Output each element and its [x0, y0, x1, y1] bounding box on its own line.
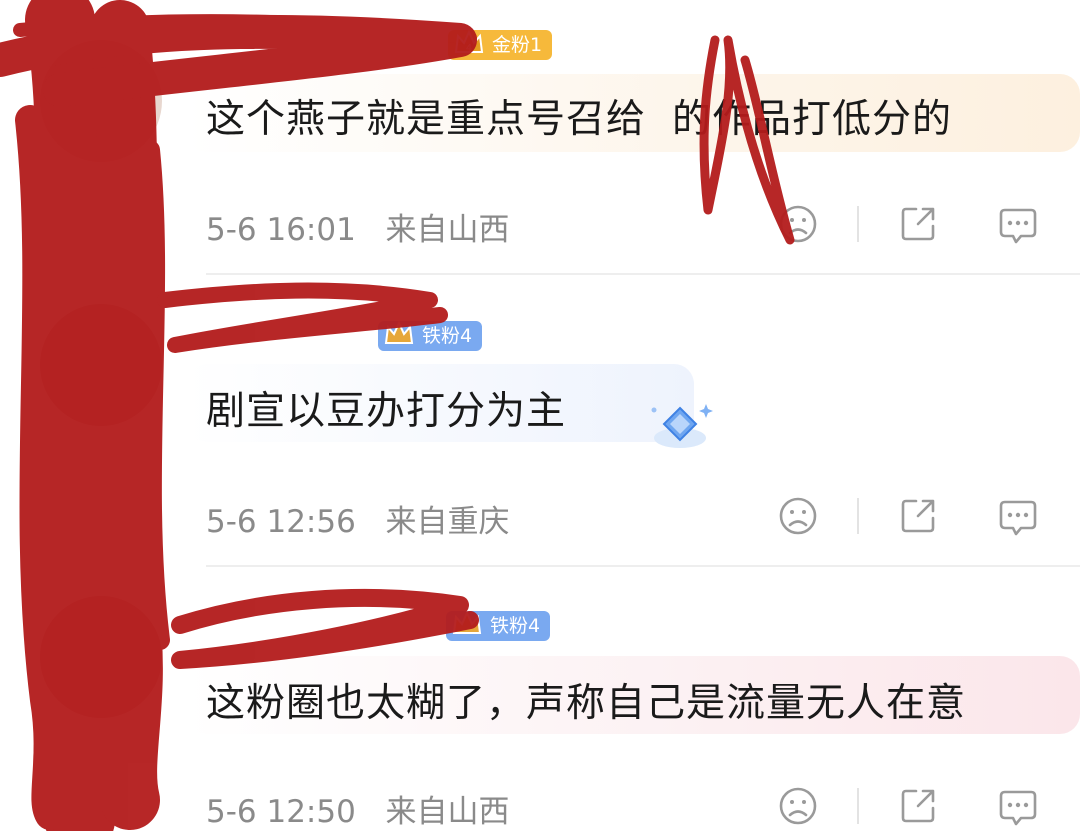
action-separator — [857, 206, 859, 242]
action-separator — [857, 498, 859, 534]
crown-icon — [384, 320, 414, 344]
crown-icon: 4 — [454, 29, 484, 54]
avatar[interactable] — [40, 304, 162, 426]
badge-label: 铁粉4 — [422, 325, 473, 347]
fan-badge: 铁粉4 — [446, 610, 551, 641]
action-separator — [857, 788, 859, 824]
comment-meta: 5-6 12:56 来自重庆 — [206, 496, 510, 541]
dislike-face-icon[interactable] — [776, 494, 820, 538]
comment-divider — [206, 565, 1080, 567]
avatar[interactable] — [40, 40, 162, 162]
comment-icon[interactable] — [996, 786, 1040, 830]
comment-icon[interactable] — [996, 204, 1040, 248]
comment-date: 5-6 12:50 — [206, 794, 356, 830]
svg-text:4: 4 — [466, 43, 472, 54]
comment-location: 来自山西 — [385, 212, 510, 248]
comment-text: 剧宣以豆办打分为主 — [206, 389, 567, 434]
share-icon[interactable] — [896, 494, 940, 538]
comment-icon[interactable] — [996, 496, 1040, 540]
comment-date: 5-6 16:01 — [206, 212, 356, 248]
comment-date: 5-6 12:56 — [206, 504, 356, 540]
share-icon[interactable] — [896, 784, 940, 828]
fan-badge: 4 金粉1 — [448, 29, 553, 60]
fan-badge: 铁粉4 — [378, 320, 483, 351]
badge-label: 铁粉4 — [490, 615, 541, 637]
comment-location: 来自山西 — [385, 794, 510, 830]
comment-text: 这粉圈也太糊了，声称自己是流量无人在意 — [206, 681, 967, 726]
crown-icon — [452, 610, 482, 634]
diamond-sticker-icon — [651, 404, 713, 448]
comment-text: 这个燕子就是重点号召给 的作品打低分的 — [206, 88, 952, 144]
comment-meta: 5-6 12:50 来自山西 — [206, 786, 510, 831]
comment-text-end: 的作品打低分的 — [672, 97, 953, 142]
dislike-face-icon[interactable] — [776, 202, 820, 246]
comment-location: 来自重庆 — [385, 504, 510, 540]
dislike-face-icon[interactable] — [776, 784, 820, 828]
avatar[interactable] — [40, 596, 162, 718]
share-icon[interactable] — [896, 202, 940, 246]
comment-divider — [206, 273, 1080, 275]
comment-text-start: 这个燕子就是重点号召给 — [206, 97, 647, 142]
badge-label: 金粉1 — [492, 34, 543, 56]
comment-meta: 5-6 16:01 来自山西 — [206, 204, 510, 249]
